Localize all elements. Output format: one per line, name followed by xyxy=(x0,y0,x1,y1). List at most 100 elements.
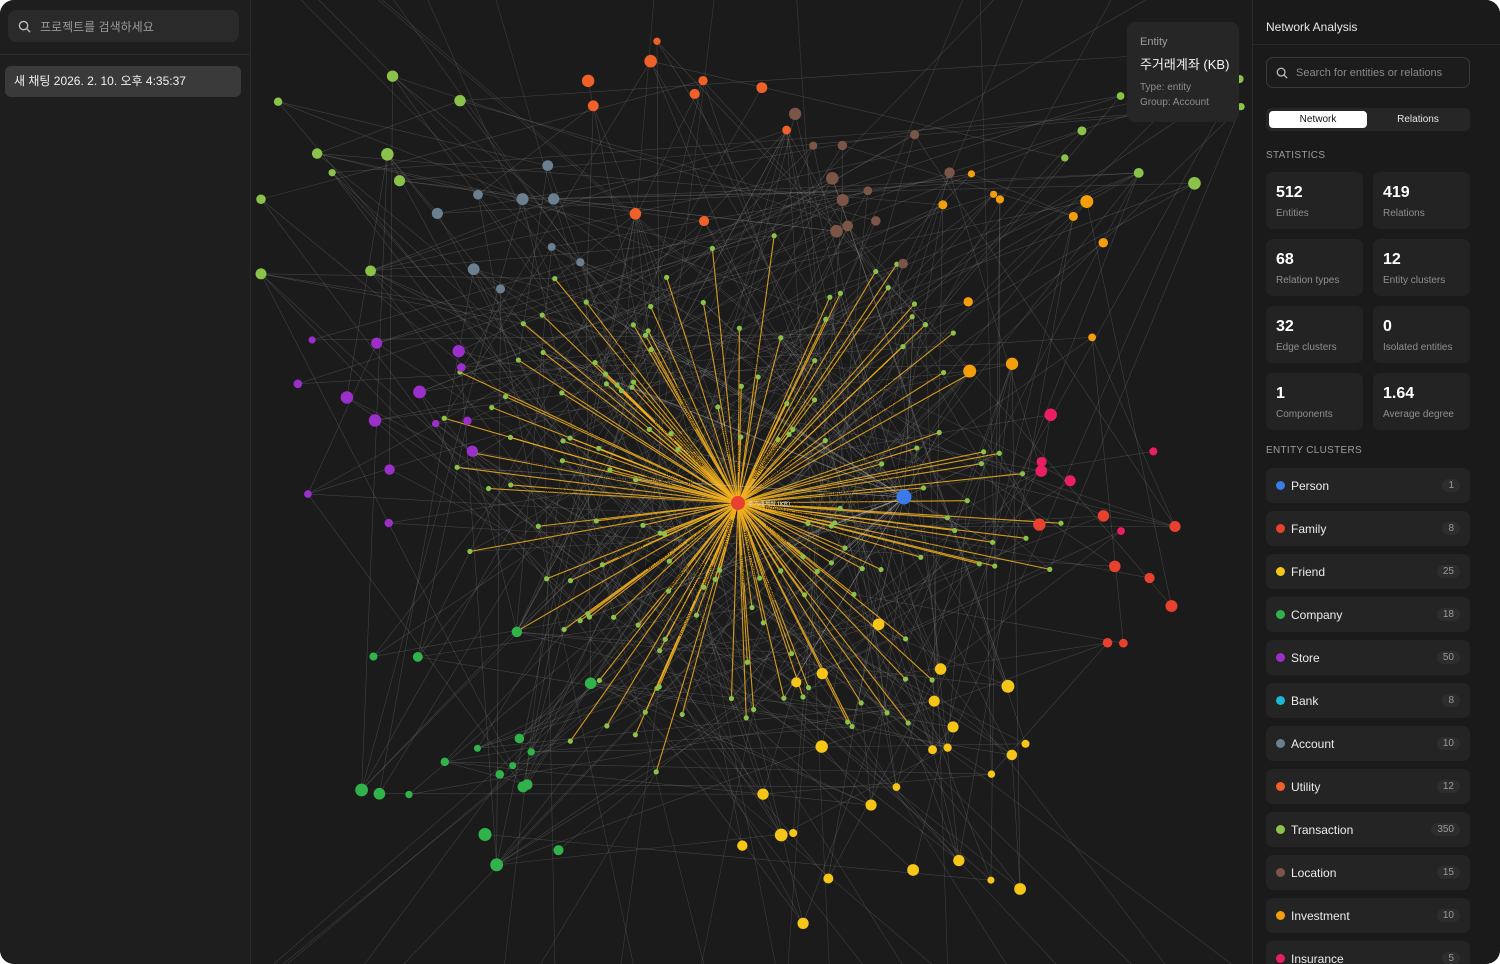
tooltip-entity-name: 주거래계좌 (KB) xyxy=(1140,57,1230,72)
entity-node xyxy=(256,194,266,205)
entity-node xyxy=(757,788,769,800)
stat-value: 419 xyxy=(1383,184,1410,201)
entity-node xyxy=(456,363,466,372)
transaction-node xyxy=(812,357,818,364)
cluster-insurance[interactable]: Insurance 5 xyxy=(1266,941,1470,964)
transaction-node xyxy=(964,498,970,504)
transaction-node xyxy=(1058,520,1064,526)
entity-node xyxy=(789,828,798,838)
cluster-company[interactable]: Company 18 xyxy=(1266,597,1470,632)
transaction-node xyxy=(614,382,620,388)
transaction-node xyxy=(693,612,700,618)
graph-edge xyxy=(847,225,1172,607)
transaction-node xyxy=(1023,535,1029,541)
network-graph[interactable]: WITHDRAWWITHDRAWWITHDRAWWITHDRAWWITHDRAW… xyxy=(251,0,1251,964)
cluster-family[interactable]: Family 8 xyxy=(1266,511,1470,546)
cluster-store[interactable]: Store 50 xyxy=(1266,640,1470,675)
tab-network[interactable]: Network xyxy=(1269,111,1367,128)
entity-node xyxy=(963,297,973,307)
entity-node xyxy=(547,242,556,251)
cluster-name: Utility xyxy=(1291,780,1321,794)
chat-list-item[interactable]: 새 채팅 2026. 2. 10. 오후 4:35:37 xyxy=(5,66,241,97)
graph-edge xyxy=(512,49,1225,766)
transaction-node xyxy=(630,322,636,328)
entity-node xyxy=(823,873,834,884)
cluster-color-dot xyxy=(1276,739,1285,748)
cluster-friend[interactable]: Friend 25 xyxy=(1266,554,1470,589)
cluster-color-dot xyxy=(1276,782,1285,791)
tab-relations[interactable]: Relations xyxy=(1369,111,1467,128)
transaction-node xyxy=(709,245,715,252)
entity-node xyxy=(1077,126,1087,136)
transaction-node xyxy=(884,710,890,716)
entity-node xyxy=(837,140,848,151)
transaction-node xyxy=(976,561,982,567)
transaction-node xyxy=(559,458,566,464)
entity-node xyxy=(1080,195,1094,209)
entity-node xyxy=(928,695,940,707)
transaction-node xyxy=(744,659,750,665)
entity-node xyxy=(1068,211,1078,221)
graph-edge xyxy=(373,277,667,657)
transaction-node xyxy=(712,576,718,582)
stat-label: Isolated entities xyxy=(1383,342,1453,353)
transaction-node xyxy=(679,711,685,718)
entity-node xyxy=(871,216,881,226)
transaction-node xyxy=(918,554,924,560)
transaction-node xyxy=(668,431,674,437)
network-graph-canvas[interactable]: WITHDRAW WITHDRAW WITHDRAW WITHDRAW WITHDRAW… xyxy=(251,0,1251,964)
cluster-investment[interactable]: Investment 10 xyxy=(1266,898,1470,933)
cluster-account[interactable]: Account 10 xyxy=(1266,726,1470,761)
transaction-node xyxy=(507,434,514,441)
graph-edge xyxy=(1011,363,1021,889)
transaction-node xyxy=(642,332,649,338)
graph-edge xyxy=(694,93,941,670)
transaction-node xyxy=(757,575,763,581)
graph-edge xyxy=(971,173,1074,217)
graph-edge xyxy=(260,273,555,279)
graph-edge xyxy=(1091,337,1124,644)
entity-node xyxy=(255,268,267,280)
transaction-node xyxy=(618,388,625,394)
transaction-node xyxy=(467,548,473,555)
entity-node xyxy=(466,445,478,457)
transaction-node xyxy=(535,523,541,529)
cluster-person[interactable]: Person 1 xyxy=(1266,468,1470,503)
graph-edge xyxy=(512,563,980,766)
stat-label: Relation types xyxy=(1276,275,1340,286)
transaction-node xyxy=(940,369,947,376)
entity-search-input[interactable]: Search for entities or relations xyxy=(1266,57,1470,88)
cluster-name: Location xyxy=(1291,866,1337,880)
stat-value: 68 xyxy=(1276,251,1294,268)
cluster-transaction[interactable]: Transaction 350 xyxy=(1266,812,1470,847)
entity-node xyxy=(473,744,481,752)
graph-edge xyxy=(780,183,1195,338)
transaction-node xyxy=(920,485,927,491)
transaction-node xyxy=(749,604,755,611)
transaction-node xyxy=(736,325,742,331)
search-placeholder: 프로젝트를 검색하세요 xyxy=(40,19,154,34)
cluster-name: Person xyxy=(1291,479,1330,493)
graph-edge xyxy=(361,154,388,791)
graph-edge xyxy=(780,570,1013,756)
edge-label: WITHDRAW xyxy=(544,488,573,496)
entity-node xyxy=(1006,749,1018,761)
transaction-node xyxy=(837,290,844,296)
transaction-node xyxy=(786,431,792,437)
project-search-input[interactable]: 프로젝트를 검색하세요 xyxy=(8,10,239,42)
entity-node xyxy=(865,799,877,811)
entity-node xyxy=(1149,447,1158,456)
cluster-utility[interactable]: Utility 12 xyxy=(1266,769,1470,804)
transaction-node xyxy=(561,626,567,633)
transaction-node xyxy=(610,614,617,620)
graph-edge xyxy=(297,78,1240,385)
transaction-node xyxy=(607,467,613,473)
graph-edge xyxy=(599,680,872,806)
stat-label: Components xyxy=(1276,409,1333,420)
entity-node xyxy=(987,770,996,778)
transaction-node xyxy=(885,285,891,291)
graph-edge xyxy=(477,700,935,749)
cluster-location[interactable]: Location 15 xyxy=(1266,855,1470,890)
cluster-bank[interactable]: Bank 8 xyxy=(1266,683,1470,718)
transaction-node xyxy=(657,530,663,536)
